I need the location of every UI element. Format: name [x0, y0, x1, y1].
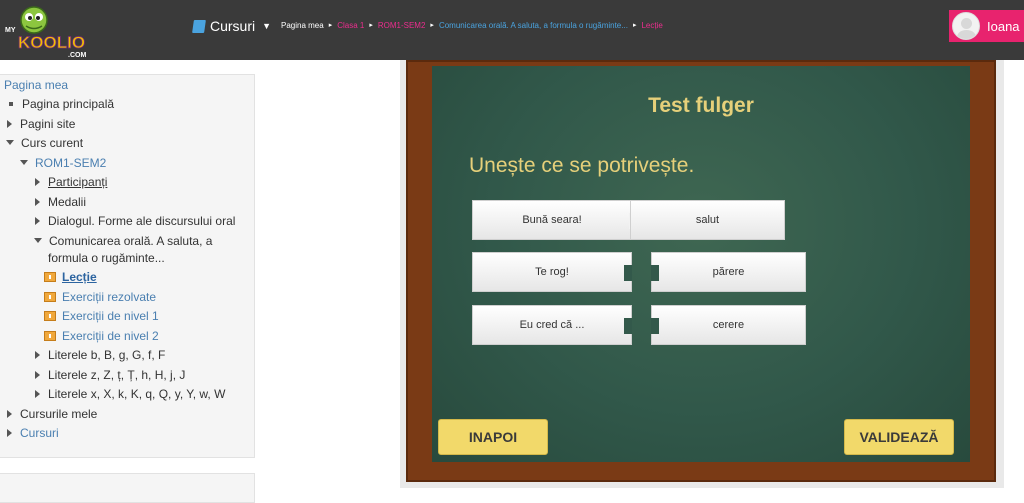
- expand-icon: [35, 217, 40, 225]
- breadcrumb-separator-icon: ▸: [632, 22, 637, 29]
- nav-home[interactable]: Pagina principală: [7, 97, 114, 112]
- expand-icon: [35, 178, 40, 186]
- svg-text:MY: MY: [5, 27, 16, 34]
- nav-letters-x[interactable]: Literele x, X, k, K, q, Q, y, Y, w, W: [35, 387, 225, 402]
- nav-exercises-level-2[interactable]: Exerciții de nivel 2: [44, 329, 159, 344]
- puzzle-slot: [624, 318, 632, 334]
- puzzle-slot: [624, 265, 632, 281]
- nav-current-course[interactable]: Curs curent: [6, 136, 83, 151]
- nav-solved-exercises[interactable]: Exerciții rezolvate: [44, 290, 156, 305]
- activity-title: Test fulger: [648, 94, 754, 117]
- user-menu[interactable]: Ioana: [949, 10, 1024, 42]
- expand-icon: [35, 390, 40, 398]
- avatar: [952, 12, 980, 40]
- resource-icon: [44, 272, 56, 282]
- secondary-block: [0, 473, 255, 503]
- courses-menu[interactable]: Cursuri ▼: [192, 18, 272, 34]
- match-tile-right[interactable]: părere: [651, 252, 806, 292]
- resource-icon: [44, 311, 56, 321]
- user-name: Ioana: [987, 18, 1020, 34]
- courses-menu-label: Cursuri: [210, 18, 256, 34]
- breadcrumb-class[interactable]: Clasa 1: [337, 21, 364, 30]
- resource-icon: [44, 331, 56, 341]
- match-tile-left[interactable]: Bună seara!: [472, 200, 639, 240]
- puzzle-slot: [651, 318, 659, 334]
- nav-badges[interactable]: Medalii: [35, 195, 86, 210]
- svg-text:KOOLIO: KOOLIO: [18, 33, 85, 52]
- nav-participants[interactable]: Participanți: [35, 175, 107, 190]
- nav-section-communication[interactable]: Comunicarea orală. A saluta, a: [34, 234, 212, 249]
- match-tile-left[interactable]: Te rog!: [472, 252, 632, 292]
- collapse-icon: [20, 160, 28, 165]
- breadcrumb-section[interactable]: Comunicarea orală. A saluta, a formula o…: [439, 21, 628, 30]
- expand-icon: [7, 120, 12, 128]
- expand-icon: [35, 198, 40, 206]
- nav-section-dialog[interactable]: Dialogul. Forme ale discursului oral: [35, 214, 235, 229]
- bullet-icon: [9, 101, 13, 106]
- nav-letters-b[interactable]: Literele b, B, g, G, f, F: [35, 348, 165, 363]
- breadcrumb-separator-icon: ▸: [369, 22, 373, 29]
- nav-courses[interactable]: Cursuri: [7, 426, 59, 441]
- book-icon: [192, 19, 206, 33]
- expand-icon: [35, 351, 40, 359]
- breadcrumb-lesson[interactable]: Lecție: [641, 21, 662, 30]
- validate-button[interactable]: VALIDEAZĂ: [844, 419, 954, 455]
- nav-my-courses[interactable]: Cursurile mele: [7, 407, 97, 422]
- caret-down-icon: ▼: [262, 21, 272, 31]
- nav-course-rom1[interactable]: ROM1-SEM2: [20, 156, 106, 171]
- expand-icon: [35, 371, 40, 379]
- svg-text:.COM: .COM: [68, 52, 86, 59]
- collapse-icon: [34, 238, 42, 243]
- koolio-logo[interactable]: MY KOOLIO .COM: [4, 2, 100, 60]
- match-tile-right[interactable]: cerere: [651, 305, 806, 345]
- nav-exercises-level-1[interactable]: Exerciții de nivel 1: [44, 309, 159, 324]
- breadcrumb-my-page[interactable]: Pagina mea: [281, 21, 324, 30]
- nav-letters-z[interactable]: Literele z, Z, ț, Ț, h, H, j, J: [35, 368, 185, 383]
- top-navbar: MY KOOLIO .COM Cursuri ▼ Pagina mea ▸ Cl…: [0, 0, 1024, 60]
- breadcrumb-separator-icon: ▸: [430, 22, 434, 29]
- activity-instruction: Unește ce se potrivește.: [469, 154, 695, 177]
- nav-lesson[interactable]: Lecție: [44, 270, 97, 285]
- expand-icon: [7, 410, 12, 418]
- nav-section-communication-line2[interactable]: formula o rugăminte...: [48, 251, 165, 266]
- match-tile-right[interactable]: salut: [630, 200, 785, 240]
- breadcrumb: Pagina mea ▸ Clasa 1 ▸ ROM1-SEM2 ▸ Comun…: [281, 21, 663, 30]
- puzzle-slot: [651, 265, 659, 281]
- resource-icon: [44, 292, 56, 302]
- back-button[interactable]: INAPOI: [438, 419, 548, 455]
- breadcrumb-course[interactable]: ROM1-SEM2: [378, 21, 426, 30]
- breadcrumb-separator-icon: ▸: [328, 22, 333, 29]
- match-tile-left[interactable]: Eu cred că ...: [472, 305, 632, 345]
- nav-site-pages[interactable]: Pagini site: [7, 117, 75, 132]
- nav-my-page[interactable]: Pagina mea: [4, 78, 68, 93]
- expand-icon: [7, 429, 12, 437]
- collapse-icon: [6, 140, 14, 145]
